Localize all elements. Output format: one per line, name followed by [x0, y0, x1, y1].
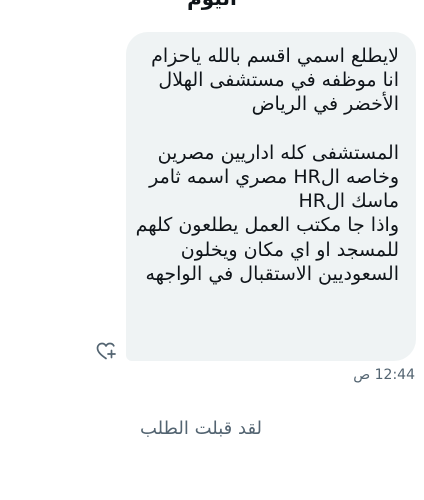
heart-plus-icon[interactable] [95, 340, 117, 362]
message-text: لايطلع اسمي اقسم بالله ياحزام انا موظفه … [135, 45, 399, 285]
message-bubble[interactable]: لايطلع اسمي اقسم بالله ياحزام انا موظفه … [126, 32, 416, 361]
day-separator: اليوم [0, 0, 424, 10]
dm-conversation: اليوم لايطلع اسمي اقسم بالله ياحزام انا … [0, 0, 424, 500]
message-timestamp: 12:44 ص [353, 367, 415, 383]
request-accepted-notice: لقد قبلت الطلب [140, 418, 263, 439]
